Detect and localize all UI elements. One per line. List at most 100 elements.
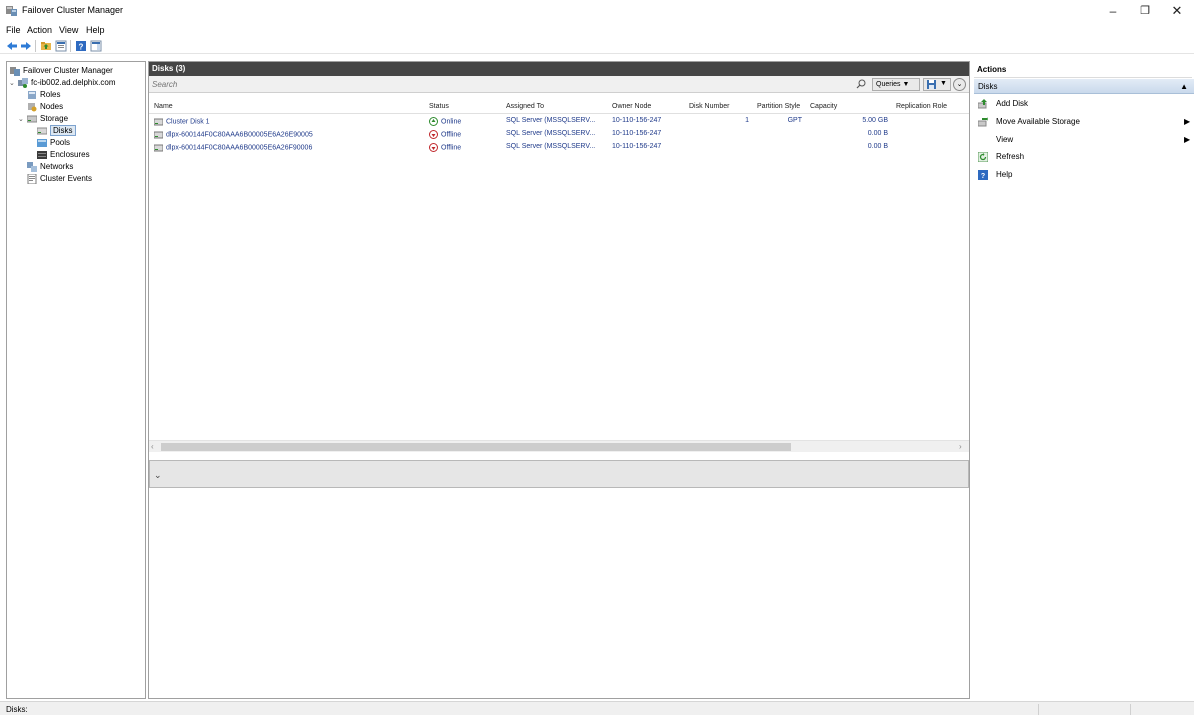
failover-cluster-icon — [10, 66, 20, 76]
action-label: Help — [996, 170, 1013, 179]
chevron-up-icon[interactable]: ▲ — [1180, 79, 1188, 94]
cell-assigned-to-text: SQL Server (MSSQLSERV... — [506, 117, 596, 124]
cell-owner-node: 10-110-156-247 — [612, 143, 661, 150]
tree-item-pools[interactable]: Pools — [37, 137, 70, 149]
cell-disk-number-text: 1 — [745, 117, 749, 124]
help-icon[interactable]: ? — [75, 40, 87, 52]
tree-item-networks[interactable]: Networks — [27, 161, 73, 173]
column-replication-role[interactable]: Replication Role — [896, 103, 947, 110]
action-move-available-storage[interactable]: Move Available Storage ▶ — [974, 115, 1194, 129]
cell-name-text: Cluster Disk 1 — [166, 118, 210, 126]
toolbar-separator — [70, 40, 71, 52]
roles-icon — [28, 90, 36, 99]
action-add-disk[interactable]: Add Disk — [974, 97, 1194, 111]
cell-capacity-text: 0.00 B — [867, 130, 888, 137]
enclosures-icon — [37, 150, 47, 159]
window-title: Failover Cluster Manager — [22, 5, 124, 15]
details-panel-bar[interactable]: ⌄ — [149, 460, 969, 488]
menu-view[interactable]: View — [59, 25, 78, 35]
search-icon[interactable] — [856, 79, 866, 89]
cell-name-text: dlpx-600144F0C80AAA6B00005E6A26E90005 — [166, 131, 313, 139]
column-capacity[interactable]: Capacity — [810, 103, 837, 110]
cluster-icon — [18, 77, 28, 88]
cluster-events-icon — [27, 173, 37, 184]
cell-owner-node-text: 10-110-156-247 — [612, 117, 662, 124]
table-row[interactable]: dlpx-600144F0C80AAA6B00005E6A26E90005 Off… — [149, 128, 969, 141]
cell-name-text: dlpx-600144F0C80AAA6B00005E6A26F90006 — [166, 144, 313, 152]
results-header: Disks (3) — [149, 62, 969, 76]
scrollbar-thumb[interactable] — [161, 443, 791, 451]
column-status[interactable]: Status — [429, 103, 449, 110]
cell-assigned-to: SQL Server (MSSQLSERV... — [506, 143, 595, 150]
submenu-arrow-icon: ▶ — [1184, 117, 1191, 126]
tree-item-storage[interactable]: Storage — [27, 113, 68, 125]
table-row[interactable]: Cluster Disk 1 Online SQL Server (MSSQLSER… — [149, 115, 969, 128]
tree-item-enclosures[interactable]: Enclosures — [37, 149, 90, 161]
queries-button[interactable]: Queries ▼ — [872, 78, 920, 91]
chevron-down-icon[interactable]: ⌄ — [154, 470, 162, 481]
tree-item-roles[interactable]: Roles — [27, 89, 60, 101]
tree-label-cluster-events: Cluster Events — [40, 174, 93, 183]
svg-text:?: ? — [79, 43, 84, 52]
action-refresh[interactable]: Refresh — [974, 150, 1194, 164]
tree-label-pools: Pools — [50, 138, 71, 147]
toolbar-separator — [35, 40, 36, 52]
chevron-down-icon[interactable]: ⌄ — [9, 79, 15, 87]
tree-item-cluster[interactable]: fc-ib002.ad.delphix.com — [18, 77, 116, 89]
save-query-button[interactable]: ▼ — [923, 78, 951, 91]
column-owner-node[interactable]: Owner Node — [612, 103, 651, 110]
forward-arrow-icon[interactable] — [20, 40, 32, 52]
actions-section-disks[interactable]: Disks ▲ — [974, 79, 1194, 94]
scroll-left-icon[interactable]: ‹ — [151, 442, 154, 451]
tree-label-roles: Roles — [40, 90, 61, 99]
search-input[interactable] — [150, 78, 866, 90]
maximize-button[interactable]: ❐ — [1130, 2, 1160, 20]
horizontal-scrollbar[interactable]: ‹ › — [149, 440, 969, 452]
failover-cluster-app-icon — [6, 6, 17, 16]
column-partition-style[interactable]: Partition Style — [757, 103, 800, 110]
cell-status-text: Offline — [441, 131, 462, 139]
tree-item-disks[interactable]: Disks — [37, 125, 76, 137]
cell-owner-node: 10-110-156-247 — [612, 130, 661, 137]
tree-label-cluster: fc-ib002.ad.delphix.com — [31, 78, 116, 87]
show-hide-pane-icon[interactable] — [90, 40, 102, 52]
action-label: View — [996, 135, 1014, 144]
properties-icon[interactable] — [55, 40, 67, 52]
column-name[interactable]: Name — [154, 103, 173, 110]
menu-action[interactable]: Action — [27, 25, 52, 35]
tree-item-cluster-events[interactable]: Cluster Events — [27, 173, 92, 185]
back-arrow-icon[interactable] — [6, 40, 18, 52]
action-label: Add Disk — [996, 99, 1029, 108]
chevron-down-icon[interactable]: ⌄ — [18, 115, 24, 123]
cell-status: Offline — [429, 143, 461, 152]
minimize-button[interactable]: – — [1098, 2, 1128, 20]
action-help[interactable]: ? Help — [974, 168, 1194, 182]
collapse-search-button[interactable]: ⌄ — [953, 78, 966, 91]
search-row: Queries ▼ ▼ ⌄ — [149, 76, 969, 93]
column-disk-number[interactable]: Disk Number — [689, 103, 729, 110]
cell-name: dlpx-600144F0C80AAA6B00005E6A26E90005 — [154, 130, 313, 139]
disks-icon — [37, 127, 47, 135]
chevron-down-icon: ▼ — [940, 80, 947, 87]
grid-header: Name Status Assigned To Owner Node Disk … — [149, 102, 969, 114]
folder-up-icon[interactable] — [40, 40, 52, 52]
actions-section-label: Disks — [978, 82, 998, 91]
table-row[interactable]: dlpx-600144F0C80AAA6B00005E6A26F90006 Off… — [149, 141, 969, 154]
offline-status-icon — [429, 130, 438, 139]
tree-item-nodes[interactable]: Nodes — [27, 101, 63, 113]
queries-label: Queries — [876, 81, 901, 88]
scroll-right-icon[interactable]: › — [959, 442, 962, 451]
menu-file[interactable]: File — [6, 25, 21, 35]
results-pane: Disks (3) Queries ▼ ▼ ⌄ Name Status Assi… — [148, 61, 970, 699]
actions-pane: Actions Disks ▲ Add Disk Move Available … — [974, 61, 1194, 699]
cell-status-text: Offline — [441, 144, 462, 152]
action-view[interactable]: View ▶ — [974, 133, 1194, 147]
tree-label-enclosures: Enclosures — [50, 150, 90, 159]
storage-icon — [27, 115, 37, 123]
tree-item-root[interactable]: Failover Cluster Manager — [10, 65, 113, 77]
column-assigned-to[interactable]: Assigned To — [506, 103, 544, 110]
close-button[interactable]: ✕ — [1162, 2, 1192, 20]
cell-status: Offline — [429, 130, 461, 139]
status-bar: Disks: — [0, 701, 1194, 715]
menu-help[interactable]: Help — [86, 25, 105, 35]
